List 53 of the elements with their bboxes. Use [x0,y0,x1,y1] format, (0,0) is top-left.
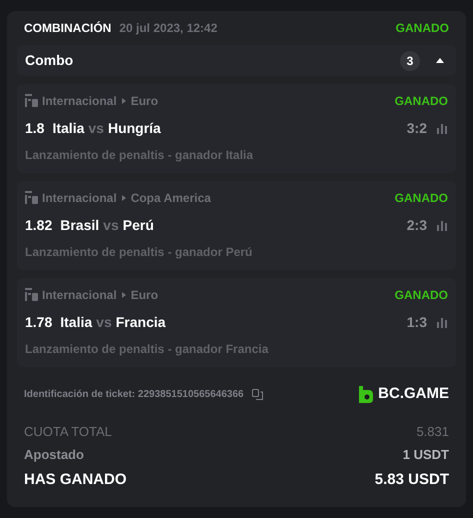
copy-icon[interactable] [252,388,263,400]
odds: 1.78 [25,313,52,332]
home-team: Italia [60,313,92,332]
chevron-icon [122,98,126,104]
ticket-id: Identificación de ticket: 2293851510565646366 [24,388,244,402]
bet-status: GANADO [394,287,448,304]
odds: 1.82 [25,216,52,235]
chevron-icon [122,195,126,201]
summary-label: CUOTA TOTAL [24,422,112,440]
summary-value: 1 USDT [402,446,449,464]
summary-value: 5.831 [416,422,449,440]
summary-label: HAS GANADO [24,470,127,490]
category: Internacional [42,93,117,110]
stats-icon[interactable] [436,317,448,328]
bet-type: COMBINACIÓN [24,20,112,37]
category: Internacional [42,190,117,207]
versus: vs [88,119,104,138]
home-team: Brasil [60,216,100,235]
score: 2:3 [406,216,427,235]
league: Euro [130,93,158,110]
summary-value: 5.83 USDT [374,470,449,490]
combo-count: 3 [400,50,420,70]
stats-icon[interactable] [436,123,448,134]
brand-name: BC.GAME [378,384,449,404]
bet-date: 20 jul 2023, 12:42 [119,20,218,37]
league-logo-icon [25,191,38,205]
summary-label: Apostado [24,446,84,464]
chevron-icon [122,292,126,298]
score: 3:2 [406,119,427,138]
league-logo-icon [25,288,38,302]
versus: vs [96,313,112,332]
bet-status: GANADO [394,190,448,207]
stats-icon[interactable] [436,220,448,231]
category: Internacional [42,287,117,304]
away-team: Hungría [108,119,161,138]
away-team: Francia [116,313,166,332]
home-team: Italia [52,119,84,138]
bet-status: GANADO [394,93,448,110]
caret-up-icon[interactable] [436,58,444,63]
brand-logo-icon [359,386,374,403]
odds: 1.8 [25,119,44,138]
league: Copa America [130,190,211,207]
combo-label: Combo [25,51,74,70]
score: 1:3 [406,313,427,332]
market: Lanzamiento de penaltis - ganador Italia [25,147,254,164]
combo-header[interactable]: Combo 3 [17,45,456,76]
away-team: Perú [122,216,154,235]
market: Lanzamiento de penaltis - ganador Perú [25,244,254,261]
league-logo-icon [25,94,38,108]
bet-status: GANADO [396,20,449,37]
versus: vs [103,216,119,235]
market: Lanzamiento de penaltis - ganador Francia [25,341,270,358]
league: Euro [130,287,158,304]
